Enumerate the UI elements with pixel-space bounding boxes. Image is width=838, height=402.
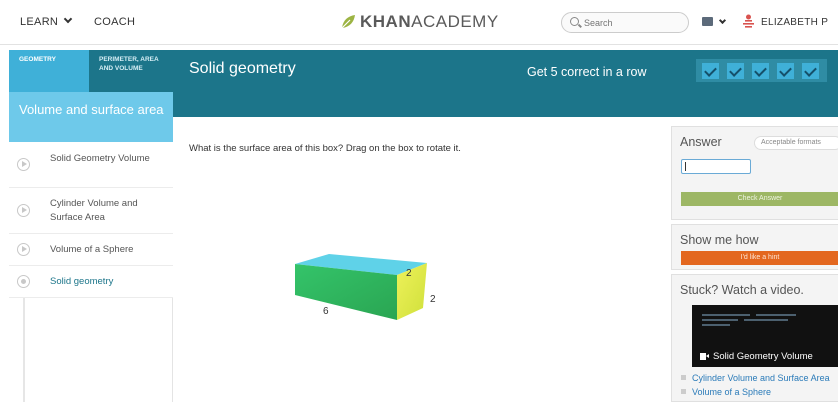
check-answer-button[interactable]: Check Answer [681,192,838,206]
length-label: 6 [323,306,329,317]
notification-icon [702,17,713,26]
sidebar-item-cylinder-volume[interactable]: Cylinder Volume and Surface Area [9,188,173,234]
check-icon [752,62,769,79]
khan-academy-logo[interactable]: KHANACADEMY [340,11,499,33]
hint-title: Show me how [680,233,759,247]
notifications-menu[interactable] [702,16,728,30]
exercise-header: Solid geometry Get 5 correct in a row [173,50,838,117]
sidebar-item-label: Solid Geometry Volume [50,153,150,164]
sidebar-item-label: Solid geometry [50,276,114,287]
height-label: 2 [406,268,412,279]
coach-link[interactable]: COACH [94,16,135,28]
video-play-icon [17,158,30,171]
top-navigation: LEARN COACH KHANACADEMY ELIZABETH P [0,0,838,45]
chevron-down-icon [718,16,727,25]
check-icon [727,62,744,79]
chalkboard-scribble [702,314,796,326]
streak-label: Get 5 correct in a row [527,65,647,79]
search-input[interactable] [584,16,684,30]
sidebar-item-solid-geometry-exercise[interactable]: Solid geometry [9,266,173,298]
hint-panel: Show me how I'd like a hint [671,224,838,270]
exercise-title: Solid geometry [189,60,296,77]
search-box[interactable] [561,12,689,33]
learn-label: LEARN [20,16,59,28]
acceptable-formats-button[interactable]: Acceptable formats [754,136,838,150]
video-bullet-icon [681,389,686,394]
logo-text: KHANACADEMY [360,12,499,31]
exercise-dot-icon [17,275,30,288]
question-text: What is the surface area of this box? Dr… [189,143,461,154]
user-name: ELIZABETH P [761,16,829,28]
search-icon [570,17,579,26]
learn-menu[interactable]: LEARN [20,14,73,28]
video-link-cylinder[interactable]: Cylinder Volume and Surface Area [681,373,830,383]
video-camera-icon [700,353,709,360]
user-menu[interactable]: ELIZABETH P [742,13,828,31]
streak-bar [696,59,827,82]
video-play-icon [17,243,30,256]
width-label: 2 [430,294,436,305]
video-thumbnail[interactable]: Solid Geometry Volume [692,305,838,367]
video-thumb-label: Solid Geometry Volume [700,351,813,362]
sidebar-item-volume-of-a-sphere[interactable]: Volume of a Sphere [9,234,173,266]
sidebar-section-title: Volume and surface area [9,92,173,142]
answer-input[interactable] [681,159,751,174]
sidebar-item-label: Volume of a Sphere [50,244,134,255]
tab-perimeter-area-volume[interactable]: PERIMETER, AREA AND VOLUME [89,50,173,92]
video-play-icon [17,204,30,217]
check-icon [802,62,819,79]
sidebar: GEOMETRY PERIMETER, AREA AND VOLUME Volu… [9,50,173,402]
video-link-sphere[interactable]: Volume of a Sphere [681,387,771,397]
sidebar-item-solid-geometry-volume[interactable]: Solid Geometry Volume [9,142,173,188]
sidebar-tabs: GEOMETRY PERIMETER, AREA AND VOLUME [9,50,173,92]
sidebar-item-label: Cylinder Volume and Surface Area [50,198,138,223]
video-title: Stuck? Watch a video. [680,283,804,297]
video-bullet-icon [681,375,686,380]
rotatable-3d-box[interactable]: 2 2 6 [285,250,455,340]
check-icon [702,62,719,79]
tab-geometry[interactable]: GEOMETRY [9,50,89,92]
hint-button[interactable]: I'd like a hint [681,251,838,265]
avatar-icon [743,14,754,28]
leaf-icon [341,15,355,29]
chevron-down-icon [63,14,73,24]
check-icon [777,62,794,79]
answer-panel: Answer Acceptable formats Check Answer [671,126,838,220]
video-panel: Stuck? Watch a video. Solid Geometry Vol… [671,274,838,402]
answer-title: Answer [680,135,722,149]
